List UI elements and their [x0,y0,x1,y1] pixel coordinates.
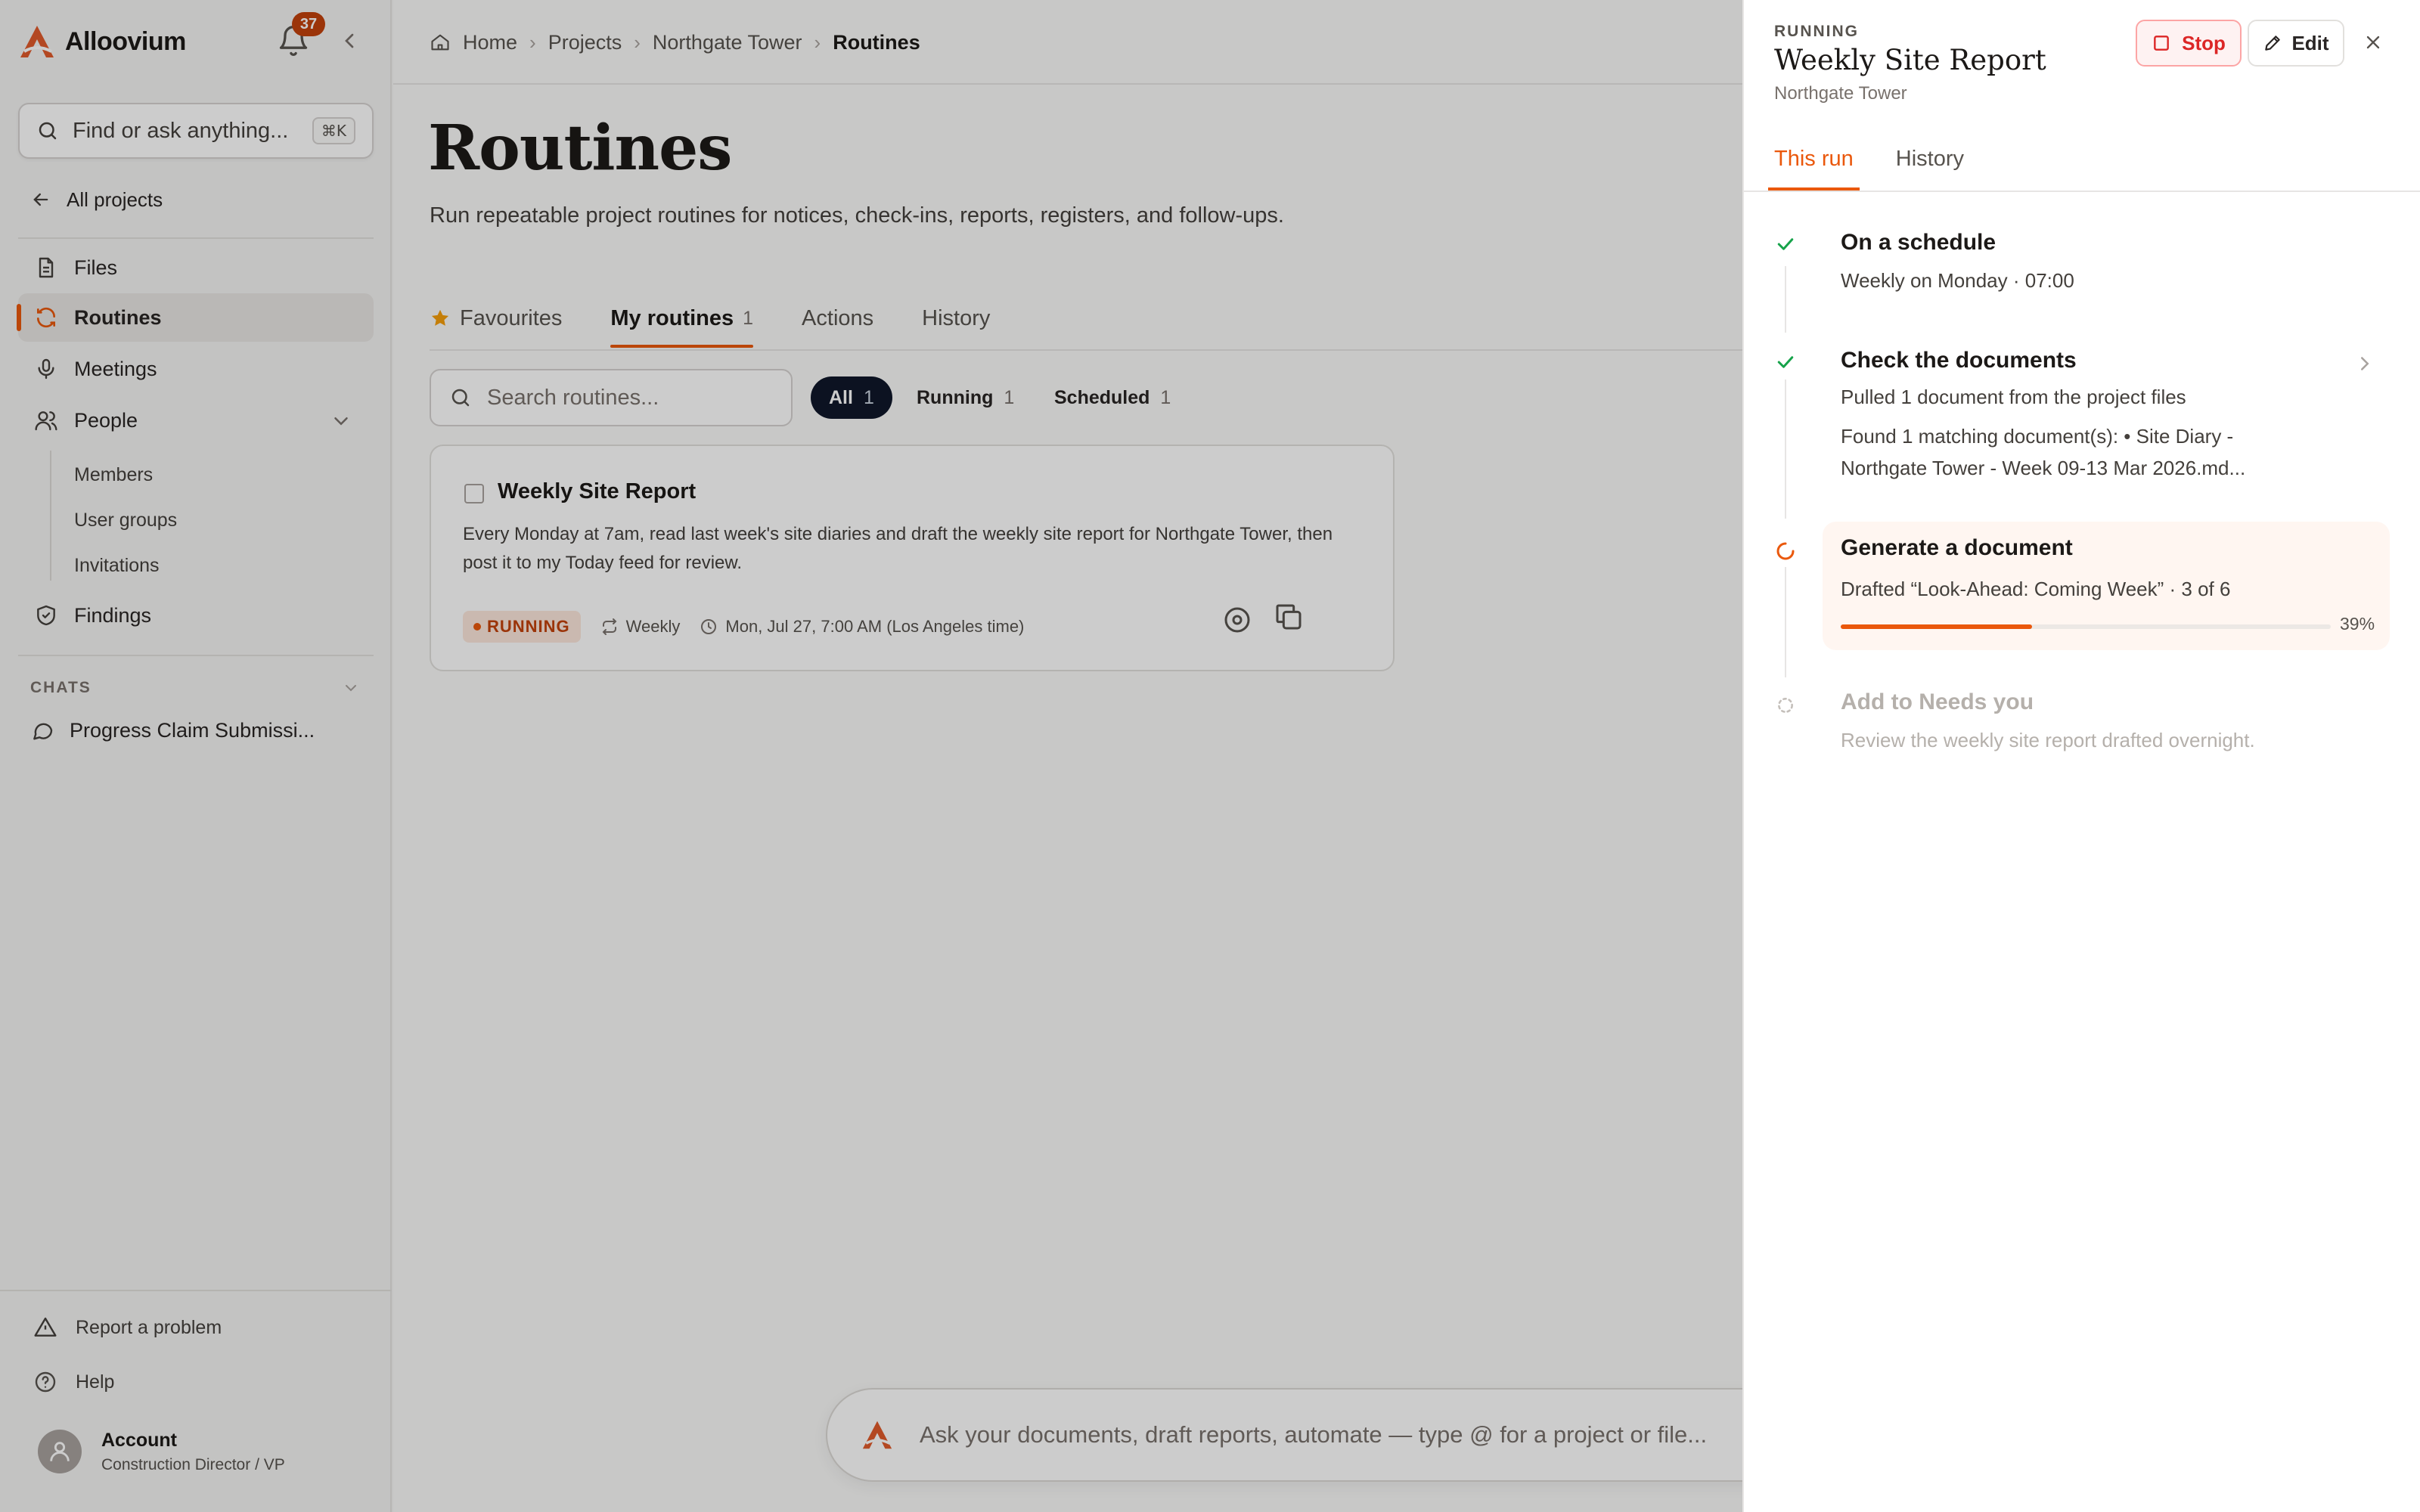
spinner-icon [1773,538,1798,564]
pending-spinner-icon [1773,692,1798,718]
tab-run-history[interactable]: History [1896,141,1964,177]
stop-icon [2154,36,2169,51]
step-detail: Review the weekly site report drafted ov… [1841,729,2255,751]
timeline-connector [1785,567,1786,677]
check-icon [1773,349,1798,375]
step-detail: Found 1 matching document(s): • Site Dia… [1841,425,2246,479]
tab-this-run[interactable]: This run [1768,141,1860,191]
close-icon [2366,36,2380,49]
drawer-title: Weekly Site Report [1774,44,2046,76]
run-detail-drawer: RUNNING Weekly Site Report Northgate Tow… [1742,0,2420,1512]
step-detail: Pulled 1 document from the project files [1841,386,2186,408]
step-title: On a schedule [1841,230,1996,255]
timeline-connector [1785,266,1786,333]
step-title[interactable]: Check the documents [1841,348,2077,373]
chevron-right-icon[interactable] [2353,352,2376,375]
drawer-tabs-divider [1744,191,2420,192]
progress-percent: 39% [2340,614,2375,634]
step-progress-bar [1841,624,2331,629]
check-icon [1773,231,1798,257]
step-detail: Weekly on Monday · 07:00 [1841,269,2074,292]
drawer-tabs: This run History [1768,141,1964,191]
timeline-connector [1785,380,1786,519]
step-title: Generate a document [1841,535,2073,560]
modal-backdrop[interactable] [0,0,1742,1512]
step-detail: Drafted “Look-Ahead: Coming Week” · 3 of… [1841,578,2231,600]
step-title: Add to Needs you [1841,689,2034,714]
pencil-icon [2265,36,2281,51]
drawer-subtitle: Northgate Tower [1774,83,1907,104]
progress-fill [1841,624,2032,629]
edit-button-label: Edit [2291,31,2329,54]
close-drawer-button[interactable] [2358,27,2388,57]
run-status-label: RUNNING [1774,23,1859,40]
stop-button[interactable]: Stop [2136,20,2242,67]
stop-button-label: Stop [2182,31,2226,54]
edit-button[interactable]: Edit [2248,20,2344,67]
